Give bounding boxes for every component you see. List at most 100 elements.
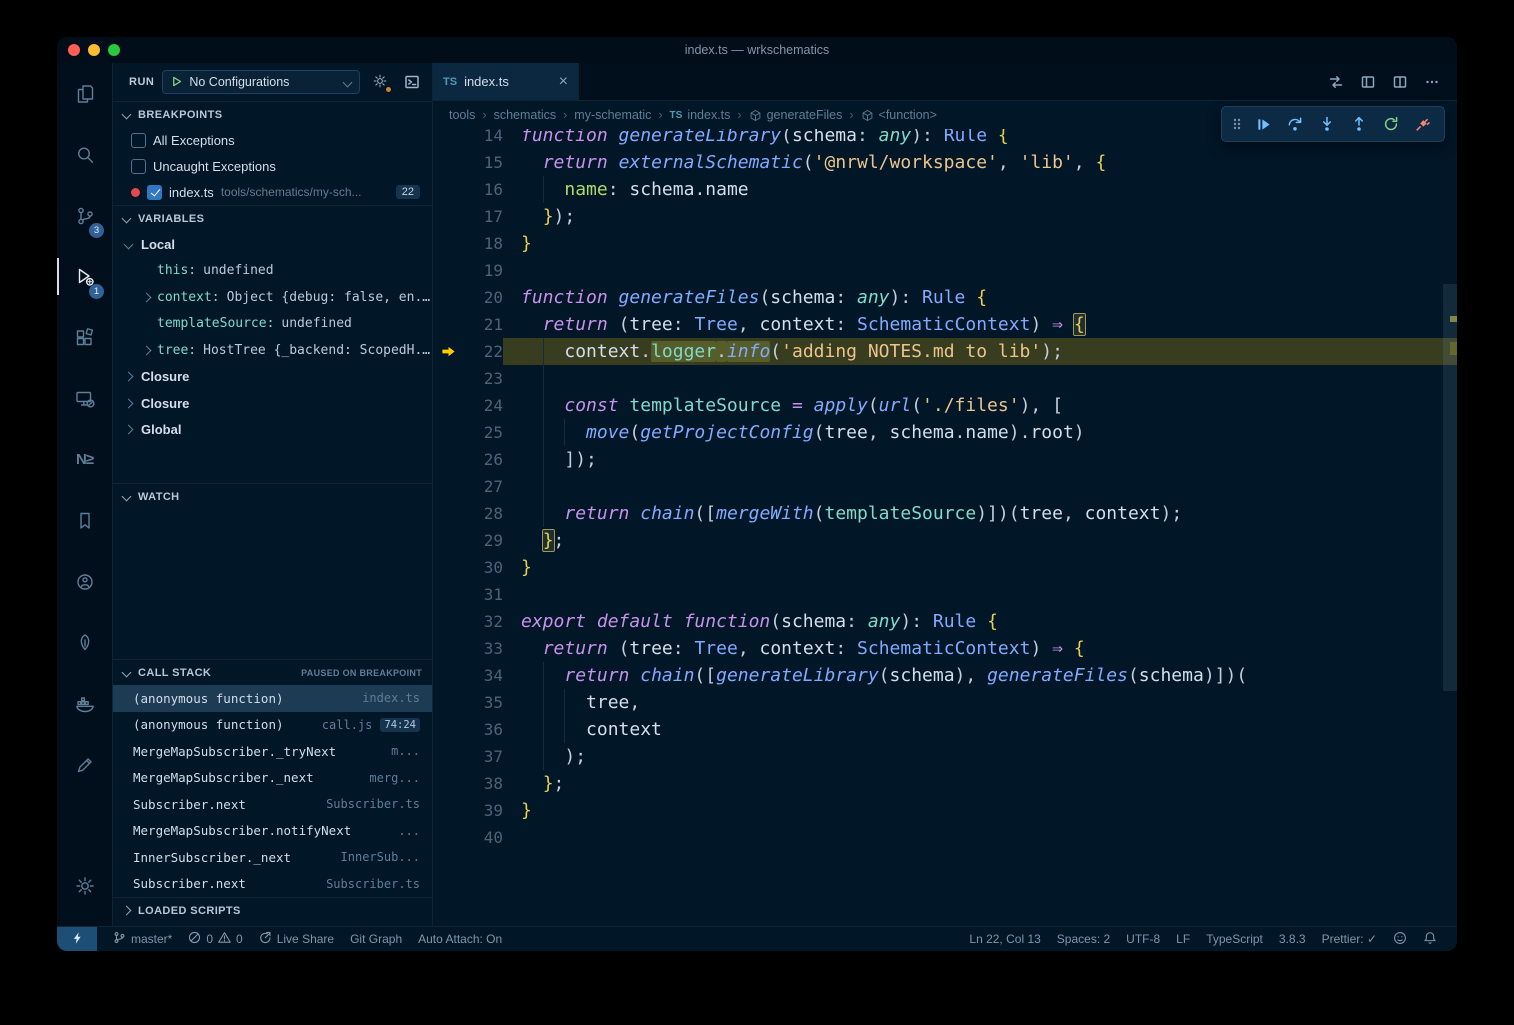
code-text[interactable]	[503, 581, 1457, 608]
code-text[interactable]: export default function(schema: any): Ru…	[503, 608, 1457, 635]
line-number[interactable]: 24	[463, 392, 503, 419]
breakpoint-gutter[interactable]	[433, 446, 463, 473]
activity-testing-icon[interactable]	[57, 612, 112, 673]
zoom-window-button[interactable]	[108, 44, 120, 56]
breakpoint-row[interactable]: index.tstools/schematics/my-sch...22	[113, 179, 432, 205]
code-editor[interactable]: 14function generateLibrary(schema: any):…	[433, 129, 1457, 926]
code-text[interactable]: }	[503, 230, 1457, 257]
code-text[interactable]: context	[503, 716, 1457, 743]
toggle-layout-icon[interactable]	[1355, 69, 1381, 95]
code-text[interactable]: });	[503, 203, 1457, 230]
breadcrumb-item[interactable]: my-schematic	[574, 108, 651, 122]
code-text[interactable]	[503, 824, 1457, 851]
eol-item[interactable]: LF	[1168, 927, 1198, 951]
call-stack-frame[interactable]: (anonymous function)call.js74:24	[113, 712, 432, 739]
code-text[interactable]: }	[503, 797, 1457, 824]
code-text[interactable]: ]);	[503, 446, 1457, 473]
watch-header[interactable]: WATCH	[113, 483, 432, 509]
breakpoint-checkbox[interactable]	[131, 159, 146, 174]
code-text[interactable]: const templateSource = apply(url('./file…	[503, 392, 1457, 419]
code-text[interactable]: move(getProjectConfig(tree, schema.name)…	[503, 419, 1457, 446]
code-line[interactable]: 30}	[433, 554, 1457, 581]
breakpoint-gutter[interactable]	[433, 770, 463, 797]
line-number[interactable]: 23	[463, 365, 503, 392]
breakpoint-gutter[interactable]	[433, 257, 463, 284]
cursor-position-item[interactable]: Ln 22, Col 13	[961, 927, 1048, 951]
code-line[interactable]: 31	[433, 581, 1457, 608]
code-text[interactable]: return (tree: Tree, context: SchematicCo…	[503, 635, 1457, 662]
breakpoint-gutter[interactable]	[433, 581, 463, 608]
breakpoint-gutter[interactable]	[433, 284, 463, 311]
breakpoint-gutter[interactable]	[433, 473, 463, 500]
code-text[interactable]: name: schema.name	[503, 176, 1457, 203]
breakpoints-header[interactable]: BREAKPOINTS	[113, 101, 432, 127]
line-number[interactable]: 30	[463, 554, 503, 581]
code-line[interactable]: 32export default function(schema: any): …	[433, 608, 1457, 635]
call-stack-frame[interactable]: MergeMapSubscriber._nextmerg...	[113, 765, 432, 792]
line-number[interactable]: 38	[463, 770, 503, 797]
variables-header[interactable]: VARIABLES	[113, 205, 432, 231]
live-share-item[interactable]: Live Share	[251, 927, 342, 951]
line-number[interactable]: 25	[463, 419, 503, 446]
code-line[interactable]: 26 ]);	[433, 446, 1457, 473]
breakpoint-gutter[interactable]	[433, 392, 463, 419]
minimize-window-button[interactable]	[88, 44, 100, 56]
line-number[interactable]: 17	[463, 203, 503, 230]
code-text[interactable]: tree,	[503, 689, 1457, 716]
code-text[interactable]: return chain([generateLibrary(schema), g…	[503, 662, 1457, 689]
activity-snippets-icon[interactable]	[57, 734, 112, 795]
line-number[interactable]: 28	[463, 500, 503, 527]
breakpoint-gutter[interactable]	[433, 824, 463, 851]
git-branch-item[interactable]: master*	[105, 927, 180, 951]
code-line[interactable]: 16 name: schema.name	[433, 176, 1457, 203]
code-line[interactable]: 19	[433, 257, 1457, 284]
encoding-item[interactable]: UTF-8	[1118, 927, 1168, 951]
variable-row[interactable]: Global	[113, 417, 432, 444]
line-number[interactable]: 35	[463, 689, 503, 716]
disconnect-button[interactable]	[1408, 109, 1438, 139]
variable-row[interactable]: Closure	[113, 390, 432, 417]
continue-button[interactable]	[1248, 109, 1278, 139]
code-line[interactable]: 24 const templateSource = apply(url('./f…	[433, 392, 1457, 419]
breakpoint-checkbox[interactable]	[147, 185, 162, 200]
code-line[interactable]: 39}	[433, 797, 1457, 824]
code-text[interactable]: };	[503, 770, 1457, 797]
code-text[interactable]	[503, 257, 1457, 284]
variable-row[interactable]: this:undefined	[113, 258, 432, 285]
code-text[interactable]: return externalSchematic('@nrwl/workspac…	[503, 149, 1457, 176]
code-line[interactable]: 15 return externalSchematic('@nrwl/works…	[433, 149, 1457, 176]
variable-row[interactable]: Closure	[113, 364, 432, 391]
line-number[interactable]: 14	[463, 129, 503, 149]
breadcrumb-item[interactable]: schematics	[494, 108, 557, 122]
breakpoint-gutter[interactable]	[433, 527, 463, 554]
code-line[interactable]: 40	[433, 824, 1457, 851]
breadcrumb-item[interactable]: TSindex.ts	[670, 108, 731, 122]
activity-source-control-icon[interactable]: 3	[57, 185, 112, 246]
code-line[interactable]: 27	[433, 473, 1457, 500]
variable-row[interactable]: templateSource:undefined	[113, 311, 432, 338]
code-line[interactable]: 17 });	[433, 203, 1457, 230]
breakpoint-gutter[interactable]	[433, 230, 463, 257]
line-number[interactable]: 20	[463, 284, 503, 311]
breakpoint-row[interactable]: Uncaught Exceptions	[113, 153, 432, 179]
breakpoint-gutter[interactable]	[433, 554, 463, 581]
activity-search-icon[interactable]	[57, 124, 112, 185]
restart-button[interactable]	[1376, 109, 1406, 139]
line-number[interactable]: 19	[463, 257, 503, 284]
code-line[interactable]: 37 );	[433, 743, 1457, 770]
breakpoint-gutter[interactable]	[433, 176, 463, 203]
activity-extensions-icon[interactable]	[57, 307, 112, 368]
code-line[interactable]: 22 context.logger.info('adding NOTES.md …	[433, 338, 1457, 365]
code-text[interactable]: }	[503, 554, 1457, 581]
code-line[interactable]: 29 };	[433, 527, 1457, 554]
breakpoint-gutter[interactable]	[433, 716, 463, 743]
breakpoint-gutter[interactable]	[433, 129, 463, 149]
line-number[interactable]: 16	[463, 176, 503, 203]
line-number[interactable]: 37	[463, 743, 503, 770]
variable-row[interactable]: Local	[113, 231, 432, 258]
call-stack-header[interactable]: CALL STACK PAUSED ON BREAKPOINT	[113, 659, 432, 685]
code-line[interactable]: 33 return (tree: Tree, context: Schemati…	[433, 635, 1457, 662]
breakpoint-gutter[interactable]	[433, 203, 463, 230]
code-text[interactable]: };	[503, 527, 1457, 554]
close-tab-icon[interactable]	[559, 74, 568, 90]
